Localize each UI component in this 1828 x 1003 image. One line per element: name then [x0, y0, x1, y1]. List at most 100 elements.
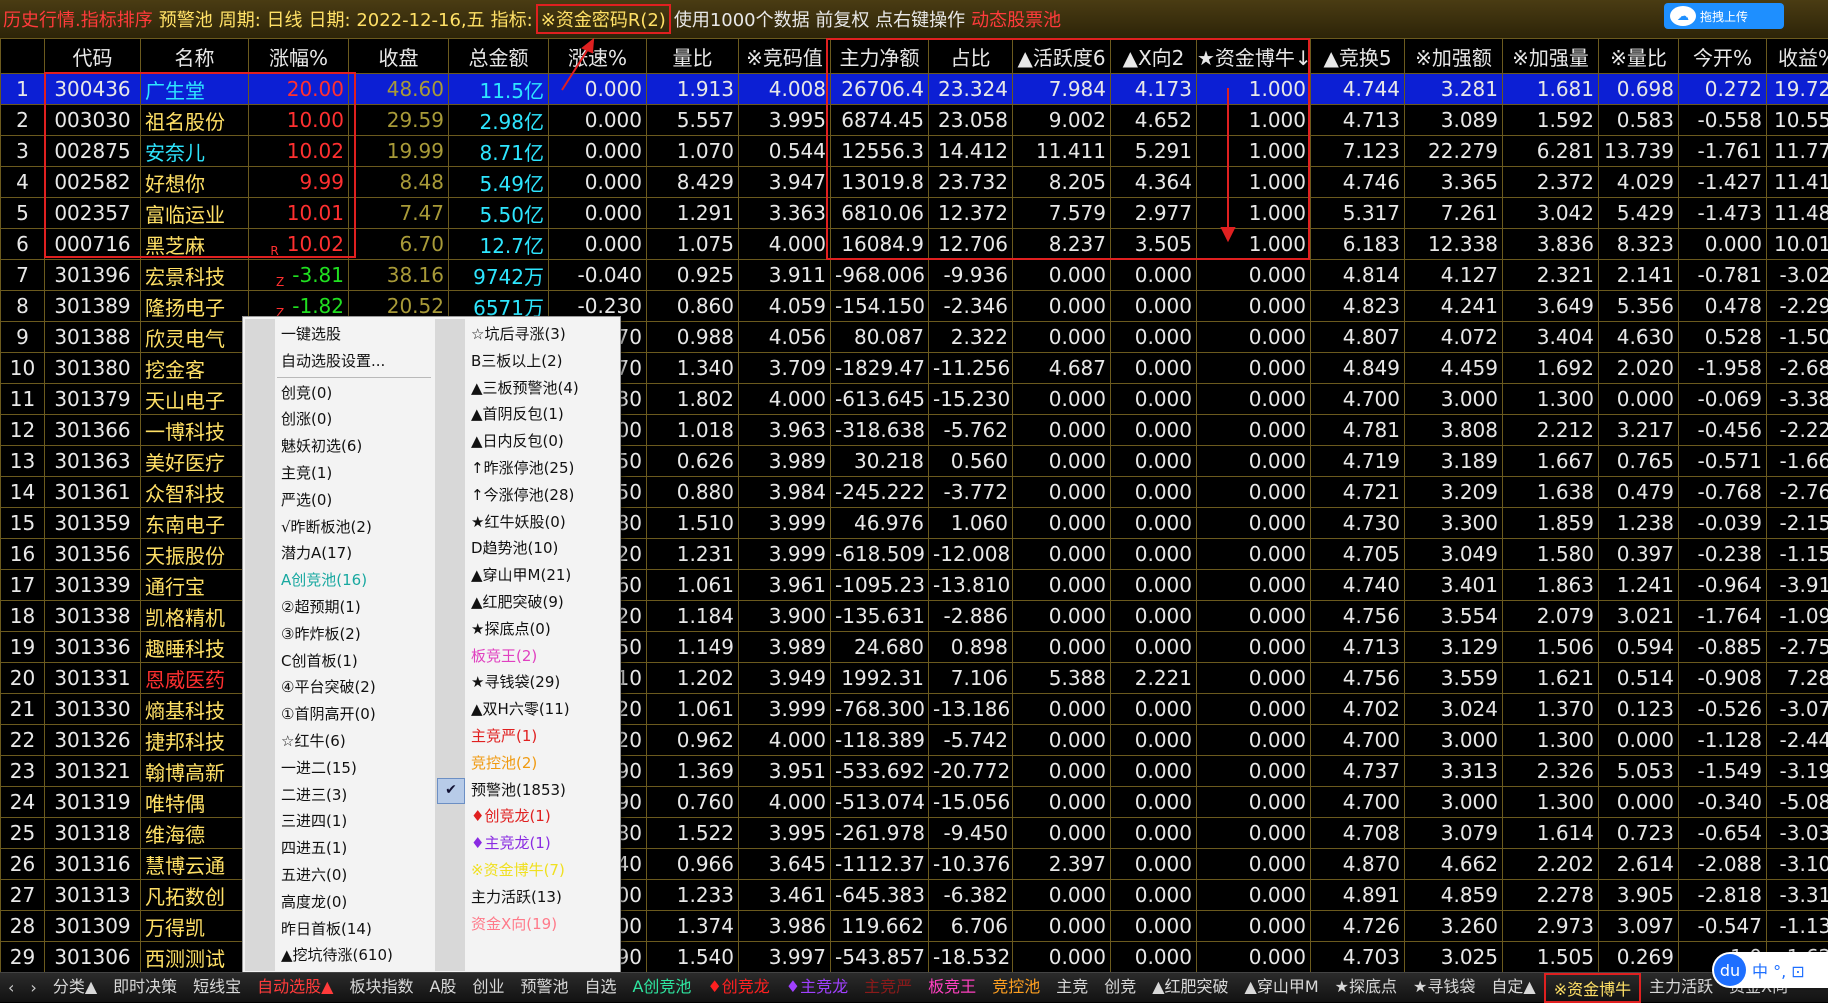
- stock-name[interactable]: 趣睡科技: [141, 632, 249, 663]
- bottom-tab[interactable]: 自动选股▲: [249, 973, 341, 1003]
- menu-item[interactable]: 魅妖初选(6): [281, 433, 431, 460]
- stock-code[interactable]: 301336: [45, 632, 141, 663]
- menu-item[interactable]: 一进二(15): [281, 755, 431, 782]
- bottom-tab[interactable]: 主竞: [1048, 973, 1096, 1003]
- menu-item[interactable]: √昨断板池(2): [281, 514, 431, 541]
- stock-name[interactable]: 黑芝麻: [141, 229, 249, 260]
- menu-item[interactable]: C创首板(1): [281, 648, 431, 675]
- stock-code[interactable]: 301380: [45, 353, 141, 384]
- bottom-tab[interactable]: 分类▲: [45, 973, 105, 1003]
- menu-item[interactable]: 竞控池(2): [471, 750, 616, 777]
- stock-code[interactable]: 003030: [45, 105, 141, 136]
- menu-item[interactable]: ▲日内反包(0): [471, 428, 616, 455]
- stock-code[interactable]: 301361: [45, 477, 141, 508]
- stock-code[interactable]: 301379: [45, 384, 141, 415]
- column-header[interactable]: ※加强额: [1405, 39, 1503, 74]
- column-header[interactable]: ▲竞换5: [1311, 39, 1405, 74]
- menu-item[interactable]: ③昨炸板(2): [281, 621, 431, 648]
- stock-name[interactable]: 天山电子: [141, 384, 249, 415]
- column-header[interactable]: ▲活跃度6: [1013, 39, 1111, 74]
- stock-code[interactable]: 301388: [45, 322, 141, 353]
- period-label[interactable]: 周期: 日线: [216, 6, 306, 32]
- bottom-tab[interactable]: 短线宝: [185, 973, 249, 1003]
- bottom-tab[interactable]: 自定▲: [1483, 973, 1543, 1003]
- menu-item[interactable]: ↑昨涨停池(25): [471, 455, 616, 482]
- menu-item[interactable]: ▲红肥突破(9): [471, 589, 616, 616]
- stock-name[interactable]: 挖金客: [141, 353, 249, 384]
- menu-item[interactable]: ★红牛妖股(0): [471, 509, 616, 536]
- stock-code[interactable]: 301330: [45, 694, 141, 725]
- stock-code[interactable]: 301316: [45, 849, 141, 880]
- table-row[interactable]: 5002357富临运业10.017.475.50亿0.0001.2913.363…: [1, 198, 1828, 229]
- stock-name[interactable]: 众智科技: [141, 477, 249, 508]
- menu-item[interactable]: 主力活跃(13): [471, 884, 616, 911]
- menu-item[interactable]: B三板以上(2): [471, 348, 616, 375]
- stock-name[interactable]: 一博科技: [141, 415, 249, 446]
- menu-item[interactable]: 严选(0): [281, 487, 431, 514]
- stock-name[interactable]: 美好医疗: [141, 446, 249, 477]
- menu-item[interactable]: 自动选股设置...: [281, 348, 431, 375]
- table-row[interactable]: 1300436广生堂20.0048.6011.5亿0.0001.9134.008…: [1, 74, 1828, 105]
- menu-item[interactable]: 二进三(3): [281, 782, 431, 809]
- menu-item[interactable]: 创涨(0): [281, 406, 431, 433]
- table-row[interactable]: 3002875安奈儿10.0219.998.71亿0.0001.0700.544…: [1, 136, 1828, 167]
- stock-code[interactable]: 301318: [45, 818, 141, 849]
- stock-name[interactable]: 广生堂: [141, 74, 249, 105]
- menu-item[interactable]: ♦创竞龙(1): [471, 803, 616, 830]
- stock-name[interactable]: 富临运业: [141, 198, 249, 229]
- stock-code[interactable]: 002875: [45, 136, 141, 167]
- menu-item[interactable]: ▲挖坑待涨(610): [281, 942, 431, 969]
- menu-item[interactable]: ▲三板预警池(4): [471, 375, 616, 402]
- column-header[interactable]: 涨速%: [549, 39, 647, 74]
- stock-name[interactable]: 东南电子: [141, 508, 249, 539]
- stock-name[interactable]: 欣灵电气: [141, 322, 249, 353]
- column-header[interactable]: 收盘: [349, 39, 449, 74]
- menu-item[interactable]: ★寻钱袋(29): [471, 669, 616, 696]
- menu-item[interactable]: 昨日首板(14): [281, 916, 431, 943]
- chevron-right-icon[interactable]: ›: [22, 978, 44, 997]
- stock-code[interactable]: 301389: [45, 291, 141, 322]
- stock-name[interactable]: 维海德: [141, 818, 249, 849]
- menu-item[interactable]: 三进四(1): [281, 808, 431, 835]
- stock-code[interactable]: 301339: [45, 570, 141, 601]
- stock-name[interactable]: 安奈儿: [141, 136, 249, 167]
- column-header[interactable]: [1, 39, 45, 74]
- column-header[interactable]: ※加强量: [1503, 39, 1599, 74]
- menu-item[interactable]: ▲双H六零(11): [471, 696, 616, 723]
- menu-item[interactable]: 创竞(0): [281, 380, 431, 407]
- table-row[interactable]: 2003030祖名股份10.0029.592.98亿0.0005.5573.99…: [1, 105, 1828, 136]
- stock-name[interactable]: 恩威医药: [141, 663, 249, 694]
- stock-name[interactable]: 凡拓数创: [141, 880, 249, 911]
- menu-item[interactable]: ①首阴高开(0): [281, 701, 431, 728]
- column-header[interactable]: ※竞码值: [739, 39, 831, 74]
- menu-item[interactable]: 五进六(0): [281, 862, 431, 889]
- stock-code[interactable]: 301356: [45, 539, 141, 570]
- upload-button[interactable]: ☁ 拖拽上传: [1664, 3, 1784, 29]
- stock-code[interactable]: 300436: [45, 74, 141, 105]
- bottom-tab[interactable]: 板竞王: [920, 973, 984, 1003]
- column-header[interactable]: 占比: [929, 39, 1013, 74]
- stock-name[interactable]: 慧博云通: [141, 849, 249, 880]
- menu-item[interactable]: ▲首阴反包(1): [471, 401, 616, 428]
- stock-code[interactable]: 002582: [45, 167, 141, 198]
- stock-name[interactable]: 熵基科技: [141, 694, 249, 725]
- column-header[interactable]: ※量比: [1599, 39, 1679, 74]
- bottom-tab[interactable]: 创竞: [1096, 973, 1144, 1003]
- bottom-tab[interactable]: ★探底点: [1327, 973, 1405, 1003]
- stock-name[interactable]: 凯格精机: [141, 601, 249, 632]
- bottom-tab[interactable]: ★寻钱袋: [1405, 973, 1483, 1003]
- stock-code[interactable]: 301338: [45, 601, 141, 632]
- bottom-tab[interactable]: ▲红肥突破: [1144, 973, 1236, 1003]
- table-row[interactable]: 6000716黑芝麻R10.026.7012.7亿0.0001.0754.000…: [1, 229, 1828, 260]
- stock-name[interactable]: 好想你: [141, 167, 249, 198]
- stock-code[interactable]: 301326: [45, 725, 141, 756]
- stock-name[interactable]: 祖名股份: [141, 105, 249, 136]
- stock-name[interactable]: 宏景科技: [141, 260, 249, 291]
- stock-code[interactable]: 301309: [45, 911, 141, 942]
- indicator-value[interactable]: ※资金密码R(2): [536, 4, 671, 34]
- table-row[interactable]: 7301396宏景科技Z-3.8138.169742万-0.0400.9253.…: [1, 260, 1828, 291]
- bottom-tab[interactable]: 竞控池: [984, 973, 1048, 1003]
- stock-name[interactable]: 西测测试: [141, 942, 249, 973]
- stock-code[interactable]: 002357: [45, 198, 141, 229]
- stock-name[interactable]: 捷邦科技: [141, 725, 249, 756]
